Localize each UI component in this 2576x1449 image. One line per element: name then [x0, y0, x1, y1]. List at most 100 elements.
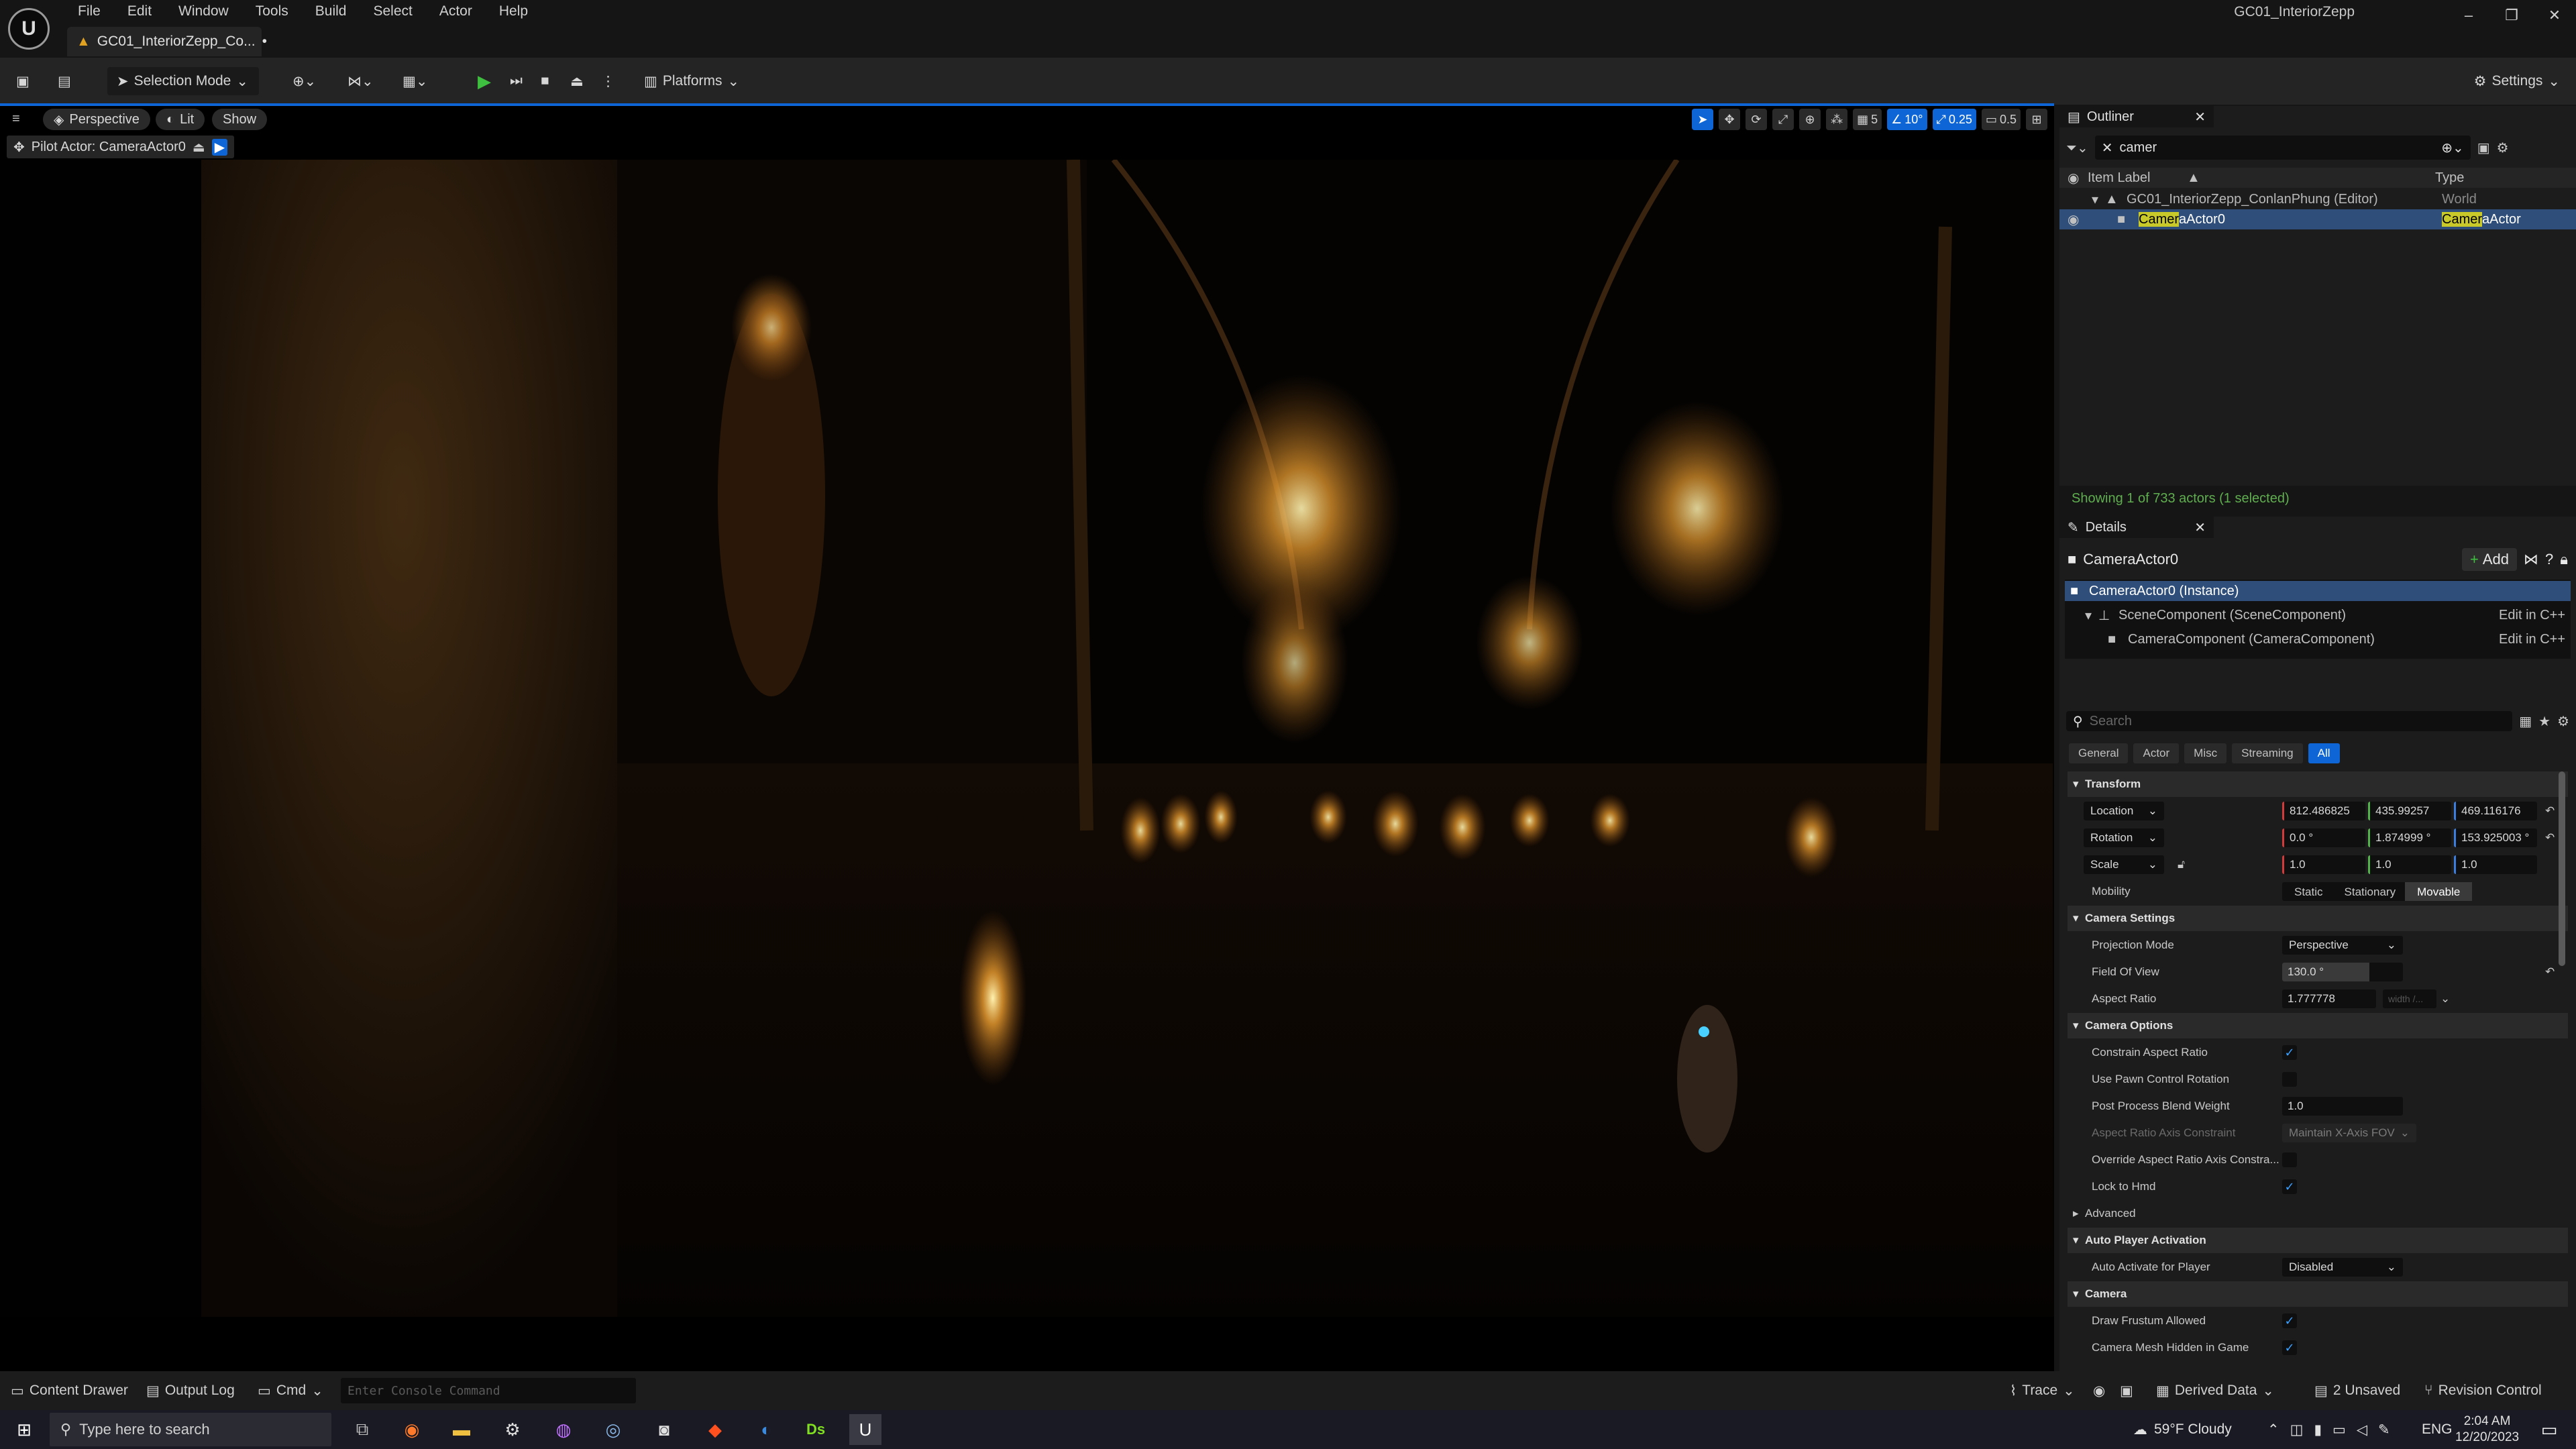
unsaved-button[interactable]: ▤ 2 Unsaved	[2314, 1381, 2400, 1401]
screenshot-icon[interactable]: ▣	[2120, 1381, 2133, 1401]
auto-activate-dropdown[interactable]: Disabled ⌄	[2282, 1258, 2403, 1277]
clear-search-icon[interactable]: ✕	[2102, 140, 2113, 156]
windows-start-icon[interactable]: ⊞	[8, 1414, 40, 1445]
surface-snap-icon[interactable]: ⁂	[1826, 109, 1848, 130]
menu-build[interactable]: Build	[302, 0, 360, 23]
pp-blend-field[interactable]: 1.0	[2282, 1097, 2403, 1116]
scale-lock-icon[interactable]: 🔓︎	[2178, 858, 2185, 871]
location-y-field[interactable]: 435.99257	[2368, 802, 2451, 820]
details-scrollbar[interactable]	[2559, 771, 2565, 966]
axis-constraint-dropdown[interactable]: Maintain X-Axis FOV ⌄	[2282, 1124, 2416, 1142]
mobility-movable[interactable]: Movable	[2405, 882, 2473, 901]
task-view-icon[interactable]: ⧉	[346, 1414, 378, 1445]
menu-file[interactable]: File	[64, 0, 114, 23]
menu-select[interactable]: Select	[360, 0, 425, 23]
rotation-y-field[interactable]: 1.874999 °	[2368, 828, 2451, 847]
col-item-label[interactable]: Item Label	[2088, 170, 2150, 186]
selection-mode-dropdown[interactable]: ➤ Selection Mode ⌄	[107, 67, 259, 95]
lit-button[interactable]: ◐ Lit	[156, 109, 205, 130]
advanced-row[interactable]: ▸ Advanced	[2068, 1201, 2568, 1226]
rotate-tool-icon[interactable]: ⟳	[1746, 109, 1768, 130]
col-type[interactable]: Type	[2435, 170, 2464, 186]
derived-data-button[interactable]: ▦ Derived Data ⌄	[2156, 1381, 2274, 1401]
filter-icon[interactable]: ⏷⌄	[2066, 140, 2088, 156]
fov-slider[interactable]: 130.0 °	[2282, 963, 2403, 981]
details-tab[interactable]: ✎ Details ✕	[2059, 517, 2214, 538]
scale-x-field[interactable]: 1.0	[2282, 855, 2365, 874]
component-row[interactable]: ▾ ⊥ SceneComponent (SceneComponent) Edit…	[2065, 605, 2571, 625]
outliner-actor-row[interactable]: ◉ ■ CameraActor0 CameraActor	[2059, 209, 2576, 229]
component-row[interactable]: ■ CameraComponent (CameraComponent) Edit…	[2065, 629, 2571, 649]
category-transform[interactable]: ▾ Transform	[2068, 771, 2568, 797]
filter-tab-misc[interactable]: Misc	[2184, 743, 2227, 763]
settings-button[interactable]: ⚙ Settings ⌄	[2474, 67, 2560, 95]
select-tool-icon[interactable]: ➤	[1692, 109, 1714, 130]
help-icon[interactable]: ?	[2545, 551, 2553, 568]
menu-edit[interactable]: Edit	[114, 0, 165, 23]
menu-actor[interactable]: Actor	[426, 0, 486, 23]
constrain-aspect-checkbox[interactable]: ✓	[2282, 1045, 2297, 1060]
grid-snap-button[interactable]: ▦ 5	[1853, 109, 1882, 130]
unreal-logo-icon[interactable]: U	[8, 8, 50, 50]
battery-icon[interactable]: ▮	[2314, 1421, 2322, 1438]
location-z-field[interactable]: 469.116176	[2454, 802, 2537, 820]
reset-icon[interactable]: ↶	[2545, 804, 2555, 818]
stop-icon[interactable]: ■	[541, 67, 549, 95]
taskbar-search-input[interactable]: ⚲ Type here to search	[50, 1413, 331, 1446]
camera-speed-button[interactable]: ▭ 0.5	[1981, 109, 2021, 130]
reset-icon[interactable]: ↶	[2545, 831, 2555, 845]
collapse-arrow-icon[interactable]: ▾	[2092, 191, 2098, 208]
viewport-menu-icon[interactable]: ≡	[12, 111, 20, 127]
display-icon[interactable]: ▭	[2332, 1421, 2346, 1438]
outliner-world-row[interactable]: ▾ ▲ GC01_InteriorZepp_ConlanPhung (Edito…	[2059, 189, 2576, 209]
clock[interactable]: 2:04 AM 12/20/2023	[2455, 1413, 2519, 1446]
scale-dropdown[interactable]: Scale ⌄	[2084, 855, 2164, 874]
chevron-down-icon[interactable]: ⌄	[2440, 992, 2450, 1006]
edit-in-cpp-link[interactable]: Edit in C++	[2499, 632, 2565, 647]
content-browser-icon[interactable]: ▤	[58, 67, 71, 95]
content-drawer-button[interactable]: ▭ Content Drawer	[11, 1381, 128, 1401]
blueprint-icon[interactable]: ⋈⌄	[347, 67, 374, 95]
filter-tab-all[interactable]: All	[2308, 743, 2340, 763]
save-icon[interactable]: ▣	[16, 67, 30, 95]
level-document-tab[interactable]: ▲ GC01_InteriorZepp_Co... •	[67, 27, 267, 56]
notifications-icon[interactable]: ▭	[2533, 1414, 2565, 1445]
menu-tools[interactable]: Tools	[242, 0, 302, 23]
menu-window[interactable]: Window	[165, 0, 242, 23]
file-explorer-icon[interactable]: ▬	[445, 1414, 478, 1445]
maximize-viewport-icon[interactable]: ⊞	[2026, 109, 2047, 130]
minimize-icon[interactable]: –	[2447, 7, 2490, 24]
reset-icon[interactable]: ↶	[2545, 965, 2555, 979]
outliner-settings-icon[interactable]: ⚙	[2497, 140, 2509, 156]
perspective-button[interactable]: ◈ Perspective	[43, 109, 150, 130]
category-camera[interactable]: ▾ Camera	[2068, 1281, 2568, 1307]
lock-hmd-checkbox[interactable]: ✓	[2282, 1179, 2297, 1194]
scale-tool-icon[interactable]: ⤢	[1772, 109, 1794, 130]
search-options-icon[interactable]: ⊕⌄	[2441, 140, 2464, 156]
rotation-x-field[interactable]: 0.0 °	[2282, 828, 2365, 847]
rotation-z-field[interactable]: 153.925003 °	[2454, 828, 2537, 847]
scene-render[interactable]	[0, 160, 2054, 1317]
record-icon[interactable]: ◉	[2093, 1381, 2105, 1401]
brave-icon[interactable]: ◆	[699, 1414, 731, 1445]
console-input[interactable]: Enter Console Command	[341, 1378, 636, 1403]
scale-y-field[interactable]: 1.0	[2368, 855, 2451, 874]
category-camera-options[interactable]: ▾ Camera Options	[2068, 1013, 2568, 1038]
component-row[interactable]: ■ CameraActor0 (Instance)	[2065, 581, 2571, 601]
designer-app-icon[interactable]: Ds	[800, 1414, 832, 1445]
category-camera-settings[interactable]: ▾ Camera Settings	[2068, 906, 2568, 931]
close-tab-icon[interactable]: ✕	[2194, 519, 2206, 536]
favorites-star-icon[interactable]: ★	[2538, 713, 2551, 730]
scale-z-field[interactable]: 1.0	[2454, 855, 2537, 874]
details-settings-icon[interactable]: ⚙	[2557, 713, 2569, 730]
projection-mode-dropdown[interactable]: Perspective ⌄	[2282, 936, 2403, 955]
more-options-icon[interactable]: ⋮	[601, 67, 615, 95]
world-space-icon[interactable]: ⊕	[1799, 109, 1821, 130]
chevron-up-icon[interactable]: ⌃	[2267, 1421, 2279, 1438]
chat-app-icon[interactable]: ◍	[547, 1414, 580, 1445]
pen-icon[interactable]: ✎	[2378, 1421, 2390, 1438]
cmd-dropdown[interactable]: ▭ Cmd ⌄	[258, 1381, 323, 1401]
show-button[interactable]: Show	[212, 109, 268, 130]
language-indicator[interactable]: ENG	[2422, 1410, 2453, 1449]
settings-app-icon[interactable]: ⚙	[496, 1414, 529, 1445]
